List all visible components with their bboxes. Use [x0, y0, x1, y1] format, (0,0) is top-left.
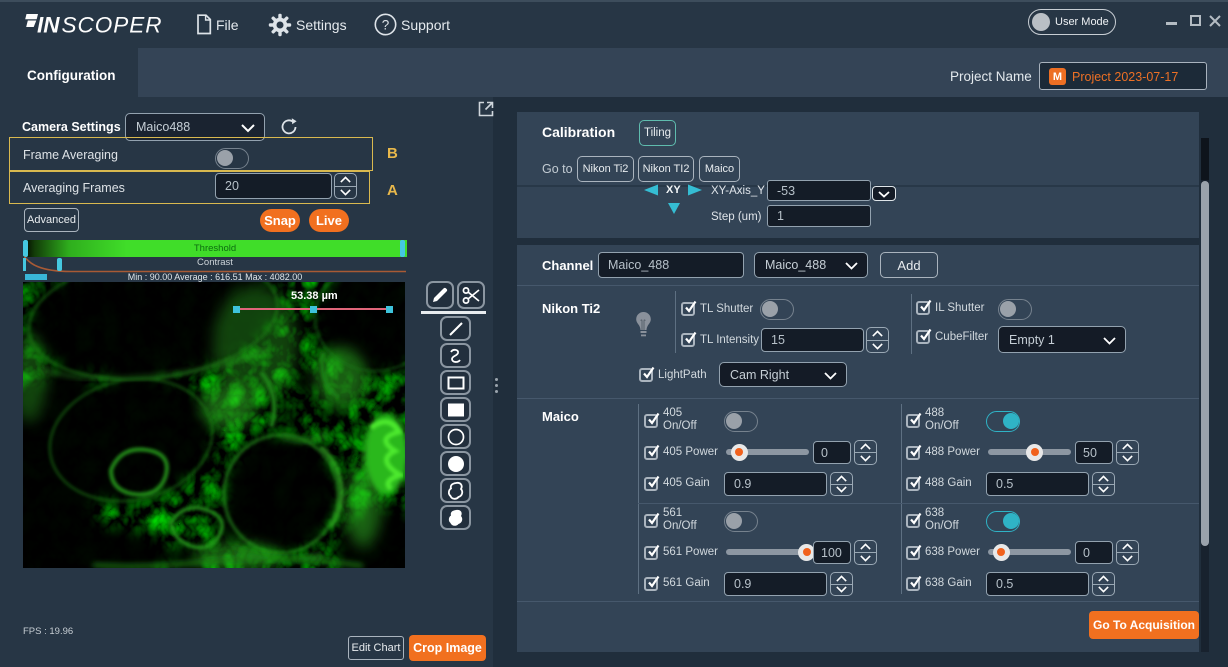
svg-text:?: ?	[382, 17, 390, 32]
svg-text:IN: IN	[37, 13, 60, 38]
svg-text:SCOPER: SCOPER	[62, 13, 163, 38]
